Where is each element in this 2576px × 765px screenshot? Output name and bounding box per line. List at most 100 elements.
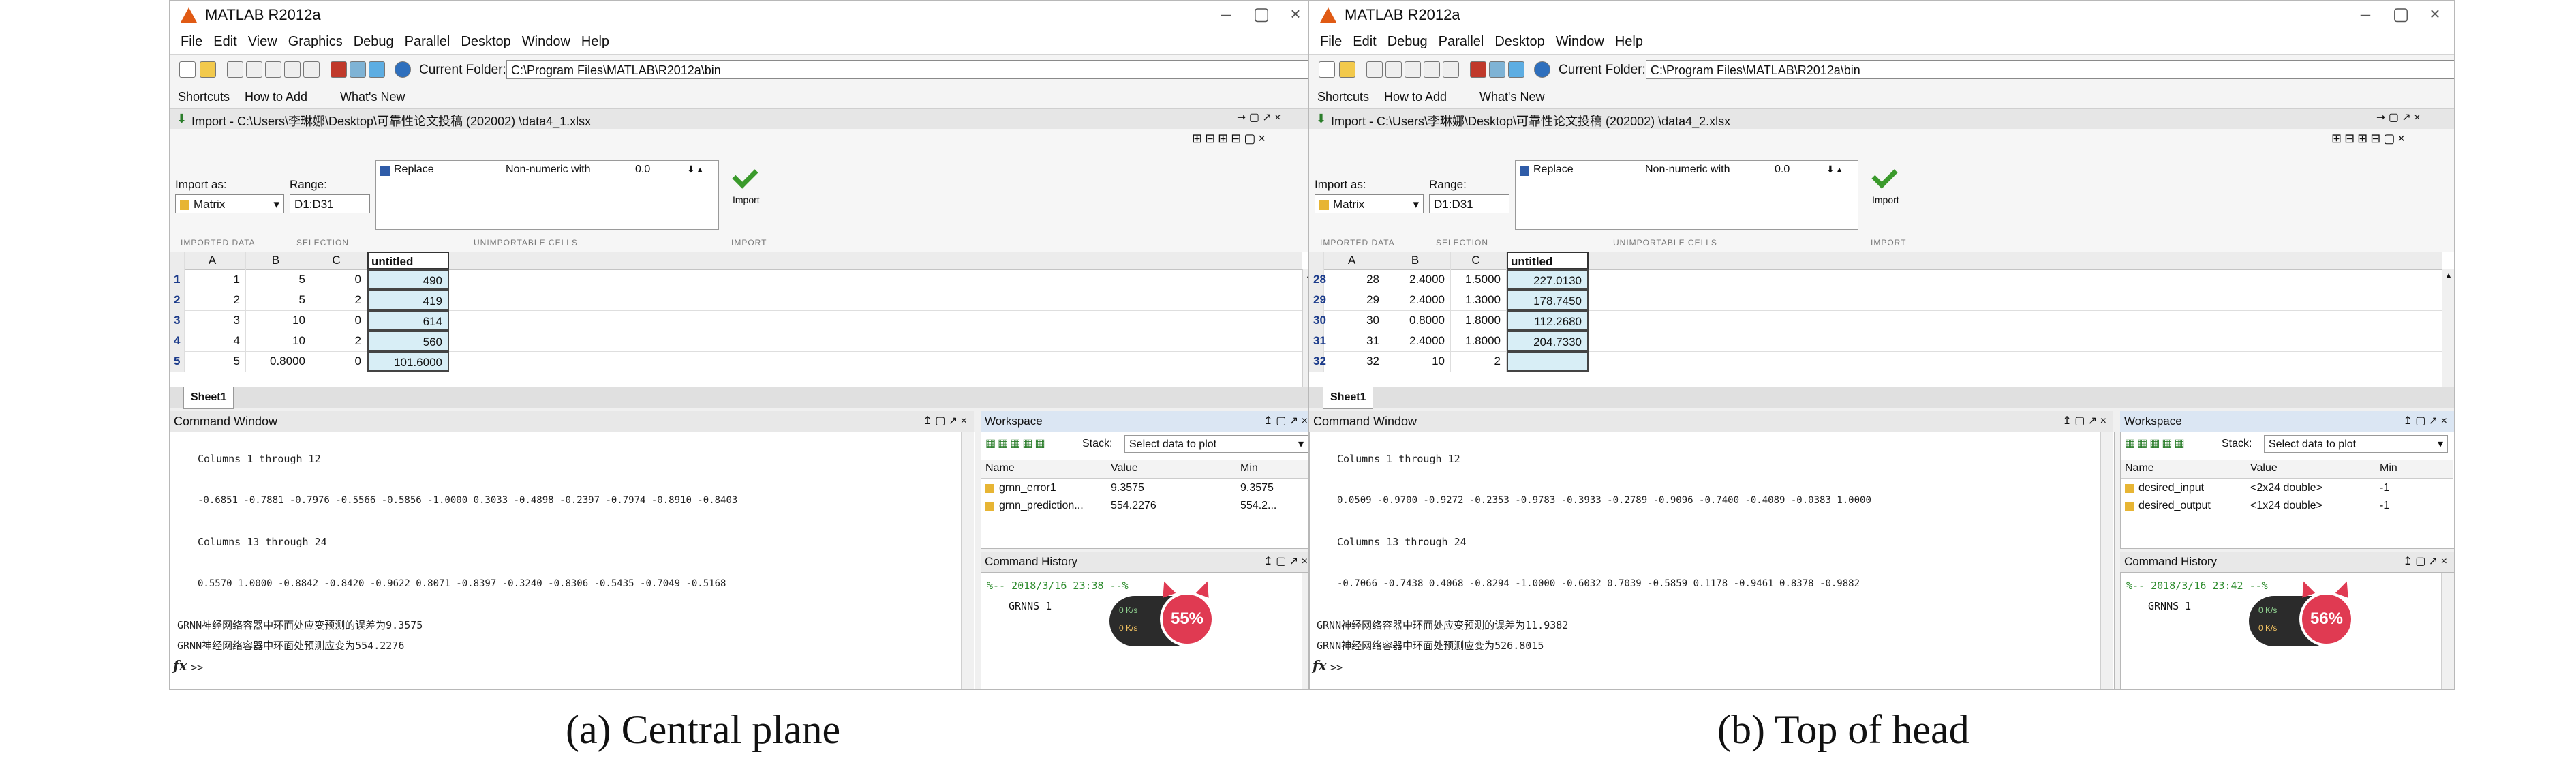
paste-icon[interactable] <box>1405 61 1421 78</box>
cell-b[interactable]: 2.4000 <box>1385 269 1451 290</box>
ws-col-value[interactable]: Value <box>2250 462 2278 475</box>
range-field[interactable]: D1:D31 <box>1429 194 1509 213</box>
sheet-tab[interactable]: Sheet1 <box>183 387 234 409</box>
cell-c[interactable]: 2 <box>1451 351 1507 372</box>
maximize-button[interactable]: ▢ <box>2387 3 2414 25</box>
cell-b[interactable]: 2.4000 <box>1385 331 1451 351</box>
cell-a[interactable]: 2 <box>185 290 246 310</box>
shortcuts-label[interactable]: Shortcuts <box>1317 90 1369 104</box>
guide-icon[interactable] <box>350 61 366 78</box>
history-scrollbar[interactable] <box>2441 573 2454 689</box>
menu-edit[interactable]: Edit <box>1353 34 1376 50</box>
panel-controls-icon[interactable]: ↥ ▢ ↗ × <box>1263 411 1308 432</box>
column-header-a[interactable]: A <box>185 252 246 269</box>
menu-help[interactable]: Help <box>1615 34 1643 50</box>
guide-icon[interactable] <box>1489 61 1505 78</box>
sheet-scrollbar[interactable]: ▴ <box>2442 269 2454 387</box>
menu-window[interactable]: Window <box>1556 34 1604 50</box>
row-number[interactable]: 3 <box>170 310 185 331</box>
add-rule-icon[interactable]: ⬇ ▴ <box>1826 164 1842 175</box>
cell-untitled[interactable]: 178.7450 <box>1507 290 1589 310</box>
cell-b[interactable]: 0.8000 <box>246 351 311 372</box>
profiler-icon[interactable] <box>369 61 385 78</box>
cell-b[interactable]: 10 <box>246 331 311 351</box>
column-header-a[interactable]: A <box>1324 252 1385 269</box>
cell-untitled[interactable]: 560 <box>367 331 449 351</box>
scroll-up-icon[interactable]: ▴ <box>2442 269 2454 281</box>
menu-parallel[interactable]: Parallel <box>1439 34 1484 50</box>
cell-a[interactable]: 32 <box>1324 351 1385 372</box>
cell-c[interactable]: 0 <box>311 269 367 290</box>
workspace-row[interactable]: desired_input <2x24 double> -1 <box>2121 480 2453 498</box>
cell-untitled[interactable]: 490 <box>367 269 449 290</box>
import-button[interactable]: Import <box>1868 162 1902 209</box>
close-button[interactable]: × <box>2421 3 2449 25</box>
range-field[interactable]: D1:D31 <box>290 194 370 213</box>
row-number[interactable]: 30 <box>1309 310 1326 331</box>
menu-desktop[interactable]: Desktop <box>461 34 510 50</box>
whats-new-link[interactable]: What's New <box>340 90 405 104</box>
cell-untitled[interactable]: 227.0130 <box>1507 269 1589 290</box>
row-number[interactable]: 31 <box>1309 331 1326 351</box>
cell-a[interactable]: 3 <box>185 310 246 331</box>
panel-controls-icon[interactable]: ↥ ▢ ↗ × <box>2403 411 2447 432</box>
history-item[interactable]: GRNNS_1 <box>1009 600 1052 612</box>
plot-select[interactable]: Select data to plot ▾ <box>2264 435 2448 453</box>
shortcuts-label[interactable]: Shortcuts <box>178 90 230 104</box>
cell-untitled[interactable] <box>1507 351 1589 372</box>
cell-untitled[interactable]: 419 <box>367 290 449 310</box>
cell-c[interactable]: 2 <box>311 331 367 351</box>
row-number[interactable]: 5 <box>170 351 185 372</box>
history-session-date[interactable]: %-- 2018/3/16 23:38 --% <box>987 580 1129 592</box>
cell-a[interactable]: 30 <box>1324 310 1385 331</box>
column-header-untitled[interactable]: untitled (31x1) <box>367 252 449 285</box>
spreadsheet[interactable]: A B C untitled (31x1) 28282.40001.500022… <box>1309 252 2454 387</box>
nonnumeric-value[interactable]: 0.0 <box>1775 164 1790 176</box>
column-header-b[interactable]: B <box>1385 252 1451 269</box>
cell-a[interactable]: 4 <box>185 331 246 351</box>
panel-controls-icon[interactable]: ↥ ▢ ↗ × <box>2062 411 2106 432</box>
add-rule-icon[interactable]: ⬇ ▴ <box>687 164 703 175</box>
cell-c[interactable]: 1.8000 <box>1451 331 1507 351</box>
command-scrollbar[interactable] <box>961 432 974 689</box>
row-number[interactable]: 32 <box>1309 351 1326 372</box>
menu-file[interactable]: File <box>181 34 202 50</box>
cell-b[interactable]: 10 <box>1385 351 1451 372</box>
replace-label[interactable]: Replace <box>394 164 434 176</box>
undo-icon[interactable] <box>284 61 301 78</box>
menu-window[interactable]: Window <box>522 34 570 50</box>
simulink-icon[interactable] <box>331 61 347 78</box>
cell-b[interactable]: 0.8000 <box>1385 310 1451 331</box>
menu-desktop[interactable]: Desktop <box>1494 34 1544 50</box>
menu-edit[interactable]: Edit <box>213 34 236 50</box>
profiler-icon[interactable] <box>1508 61 1524 78</box>
ws-col-name[interactable]: Name <box>2125 462 2154 475</box>
cell-untitled[interactable]: 112.2680 <box>1507 310 1589 331</box>
column-header-untitled[interactable]: untitled (31x1) <box>1507 252 1589 285</box>
menu-graphics[interactable]: Graphics <box>288 34 343 50</box>
spreadsheet[interactable]: A B C untitled (31x1) 115049022524193310… <box>170 252 1315 387</box>
cell-a[interactable]: 28 <box>1324 269 1385 290</box>
undock-icon[interactable]: ➞ ▢ ↗ × <box>1237 110 1281 124</box>
cell-c[interactable]: 0 <box>311 310 367 331</box>
command-window[interactable]: Columns 1 through 12 0.0509 -0.9700 -0.9… <box>1309 432 2115 689</box>
column-header-c[interactable]: C <box>1451 252 1507 269</box>
import-as-select[interactable]: Matrix ▾ <box>175 194 284 213</box>
row-number[interactable]: 1 <box>170 269 185 290</box>
simulink-icon[interactable] <box>1470 61 1486 78</box>
minimize-button[interactable]: – <box>2352 3 2379 25</box>
ws-col-value[interactable]: Value <box>1111 462 1138 475</box>
history-session-date[interactable]: %-- 2018/3/16 23:42 --% <box>2126 580 2268 592</box>
cell-c[interactable]: 2 <box>311 290 367 310</box>
nonnumeric-label[interactable]: Non-numeric with <box>506 164 590 176</box>
current-folder-field[interactable]: C:\Program Files\MATLAB\R2012a\bin <box>1646 60 2454 79</box>
workspace-tool-icons[interactable]: ▦▦▦▦▦ <box>985 436 1047 450</box>
menu-debug[interactable]: Debug <box>1387 34 1428 50</box>
cell-c[interactable]: 0 <box>311 351 367 372</box>
cell-untitled[interactable]: 101.6000 <box>367 351 449 372</box>
cell-b[interactable]: 5 <box>246 290 311 310</box>
cell-a[interactable]: 29 <box>1324 290 1385 310</box>
new-file-icon[interactable] <box>179 61 196 78</box>
cell-c[interactable]: 1.5000 <box>1451 269 1507 290</box>
nonnumeric-value[interactable]: 0.0 <box>635 164 650 176</box>
